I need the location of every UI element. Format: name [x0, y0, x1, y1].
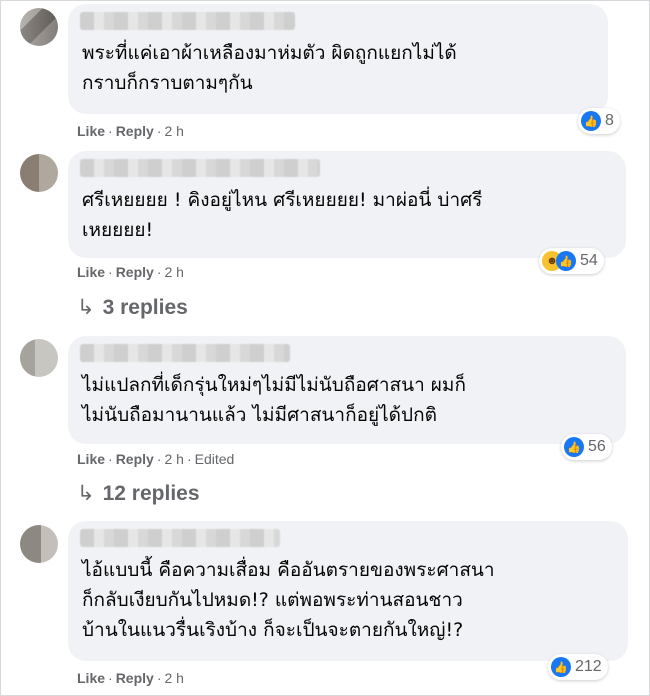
separator: ·	[156, 451, 162, 467]
comment-bubble: ไอ้แบบนี้ คือความเสื่อม คืออันตรายของพระ…	[68, 521, 628, 661]
commenter-name-blurred[interactable]	[80, 12, 295, 30]
comment-actions: Like · Reply · 2 h · Edited	[77, 451, 234, 467]
separator: ·	[156, 123, 162, 139]
commenter-name-blurred[interactable]	[80, 344, 290, 362]
separator: ·	[108, 670, 113, 686]
thumbs-up-icon: 👍	[551, 657, 571, 677]
like-link[interactable]: Like	[77, 123, 105, 139]
timestamp[interactable]: 2 h	[164, 123, 183, 139]
comment-text: ไอ้แบบนี้ คือความเสื่อม คืออันตรายของพระ…	[82, 559, 495, 641]
timestamp[interactable]: 2 h	[164, 670, 183, 686]
reaction-summary[interactable]: 👍 8	[578, 108, 620, 134]
thumbs-up-icon: 👍	[564, 437, 584, 457]
replies-count: 3 replies	[102, 296, 188, 319]
comment-actions: Like · Reply · 2 h	[77, 264, 184, 280]
reply-link[interactable]: Reply	[116, 264, 154, 280]
reaction-count: 54	[580, 252, 598, 269]
commenter-name-blurred[interactable]	[80, 159, 320, 177]
like-link[interactable]: Like	[77, 451, 105, 467]
comment-text: ศรีเหยยยย ! คิงอยู่ไหน ศรีเหยยยย! มาผ่อน…	[82, 189, 483, 241]
commenter-name-blurred[interactable]	[80, 529, 280, 547]
reaction-summary[interactable]: 👍 56	[561, 434, 612, 460]
reply-arrow-icon: ↳	[77, 482, 95, 505]
reaction-count: 56	[588, 438, 606, 455]
comment-bubble: ศรีเหยยยย ! คิงอยู่ไหน ศรีเหยยยย! มาผ่อน…	[68, 151, 626, 258]
view-replies-link[interactable]: ↳ 3 replies	[77, 295, 188, 320]
comment-actions: Like · Reply · 2 h	[77, 670, 184, 686]
reply-arrow-icon: ↳	[77, 296, 95, 319]
reaction-count: 212	[575, 658, 602, 675]
avatar[interactable]	[20, 154, 58, 192]
reply-link[interactable]: Reply	[116, 123, 154, 139]
separator: ·	[108, 451, 113, 467]
separator: ·	[108, 264, 113, 280]
avatar[interactable]	[20, 525, 58, 563]
thumbs-up-icon: 👍	[581, 111, 601, 131]
timestamp[interactable]: 2 h	[164, 264, 183, 280]
comment-text: พระที่แค่เอาผ้าเหลืองมาห่มตัว ผิดถูกแยกไ…	[82, 42, 457, 94]
view-replies-link[interactable]: ↳ 12 replies	[77, 481, 200, 506]
separator: ·	[156, 670, 162, 686]
like-link[interactable]: Like	[77, 670, 105, 686]
separator: ·	[156, 264, 162, 280]
like-link[interactable]: Like	[77, 264, 105, 280]
avatar[interactable]	[20, 339, 58, 377]
thumbs-up-icon: 👍	[556, 251, 576, 271]
reply-link[interactable]: Reply	[116, 451, 154, 467]
separator: ·	[108, 123, 113, 139]
comment-bubble: ไม่แปลกที่เด็กรุ่นใหม่ๆไม่มีไม่นับถือศาส…	[68, 336, 626, 444]
comment-bubble: พระที่แค่เอาผ้าเหลืองมาห่มตัว ผิดถูกแยกไ…	[68, 4, 608, 114]
edited-label: Edited	[194, 451, 235, 467]
reply-link[interactable]: Reply	[116, 670, 154, 686]
timestamp[interactable]: 2 h	[164, 451, 183, 467]
reaction-summary[interactable]: ☻ 👍 54	[539, 248, 604, 274]
reaction-summary[interactable]: 👍 212	[548, 654, 608, 680]
reaction-count: 8	[605, 112, 614, 129]
avatar[interactable]	[20, 8, 58, 46]
separator: ·	[186, 451, 192, 467]
replies-count: 12 replies	[102, 482, 200, 505]
comment-actions: Like · Reply · 2 h	[77, 123, 184, 139]
comment-text: ไม่แปลกที่เด็กรุ่นใหม่ๆไม่มีไม่นับถือศาส…	[82, 374, 466, 426]
